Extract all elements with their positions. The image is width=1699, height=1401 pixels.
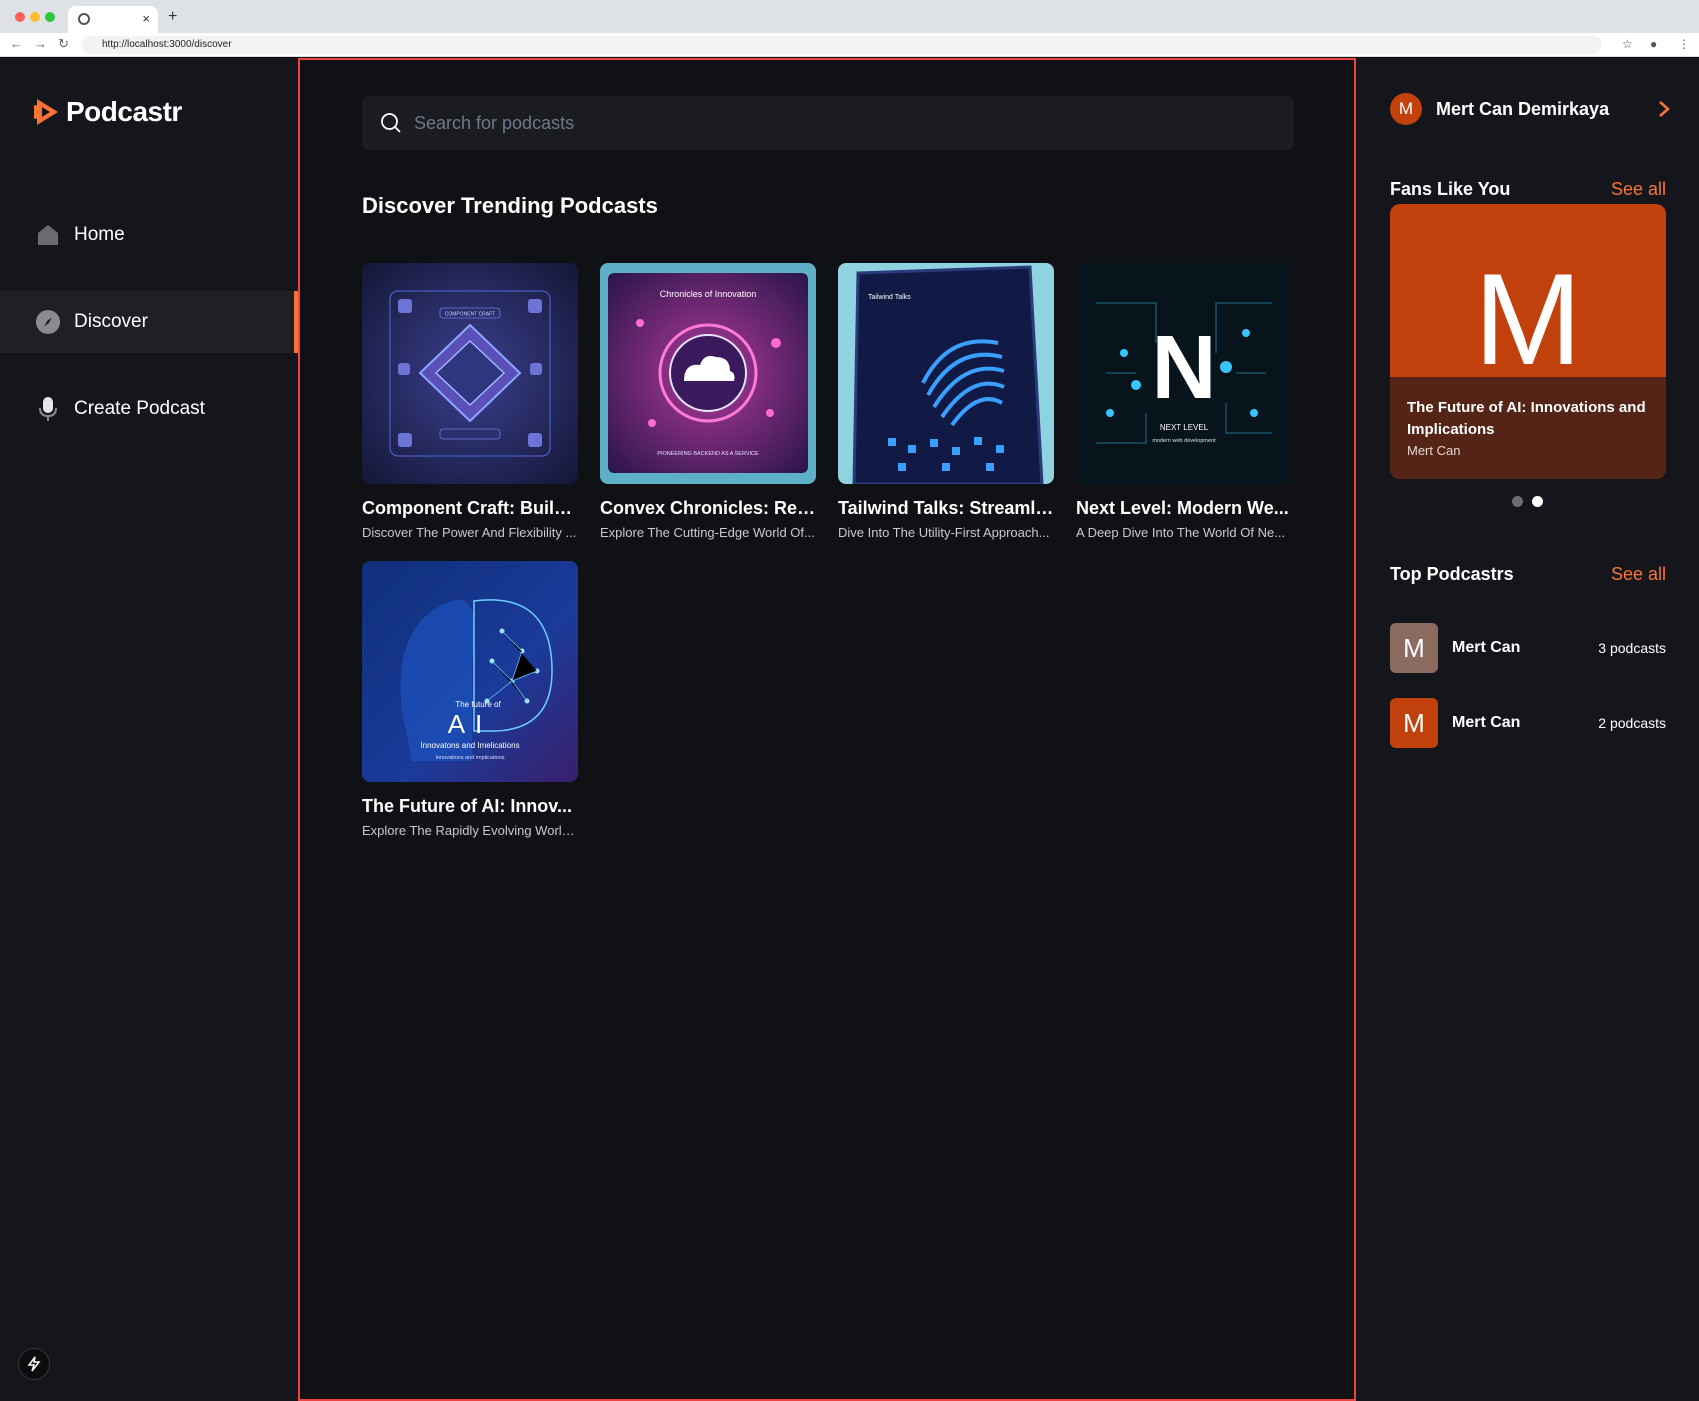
top-podcastr-item[interactable]: M Mert Can 2 podcasts — [1390, 698, 1666, 748]
user-profile-link[interactable]: M Mert Can Demirkaya — [1390, 92, 1670, 126]
svg-text:N: N — [1152, 318, 1217, 418]
logo-text: Podcastr — [66, 96, 182, 127]
section-title: Fans Like You — [1390, 179, 1511, 199]
cover-subtext-2: Innovations and implications — [435, 755, 504, 761]
sidebar-item-home[interactable]: Home — [0, 204, 298, 266]
podcast-cover-image: Chronicles of Innovation PIONEERING BACK… — [600, 263, 816, 484]
cover-subtext: Innovatons and Imelications — [420, 741, 519, 750]
podcastr-logo-icon — [34, 99, 58, 125]
podcastr-name: Mert Can — [1452, 639, 1521, 656]
podcast-card[interactable]: The future of AI Innovatons and Imelicat… — [362, 561, 578, 838]
section-title: Top Podcastrs — [1390, 564, 1514, 584]
maximize-window-button[interactable] — [45, 12, 55, 22]
menu-dots-icon[interactable]: ⋮ — [1678, 37, 1690, 51]
podcast-description: A Deep Dive Into The World Of Ne... — [1076, 525, 1286, 540]
bolt-button[interactable] — [18, 1348, 50, 1380]
tab-close-icon[interactable]: × — [142, 11, 150, 26]
avatar: M — [1390, 93, 1422, 125]
see-all-link[interactable]: See all — [1611, 179, 1666, 200]
see-all-link[interactable]: See all — [1611, 564, 1666, 585]
browser-toolbar: ← → ↻ http://localhost:3000/discover ☆ ●… — [0, 33, 1699, 57]
carousel-dot-active[interactable] — [1532, 496, 1543, 507]
bookmark-star-icon[interactable]: ☆ — [1622, 37, 1633, 51]
podcast-title: Tailwind Talks: Streamli... — [838, 498, 1054, 518]
logo[interactable]: Podcastr — [34, 96, 182, 128]
minimize-window-button[interactable] — [30, 12, 40, 22]
carousel-dots — [1512, 496, 1543, 507]
podcast-cover-image: COMPONENT CRAFT — [362, 263, 578, 484]
left-sidebar: Podcastr Home Discover Create Podcast — [0, 58, 298, 1401]
avatar: M — [1390, 698, 1438, 748]
sidebar-item-label: Home — [74, 224, 125, 245]
podcast-card[interactable]: COMPONENT CRAFT Component Craft: Build..… — [362, 263, 578, 540]
fan-card-overlay: The Future of AI: Innovations and Implic… — [1390, 377, 1666, 479]
sidebar-item-label: Discover — [74, 311, 148, 332]
podcast-cover-image: Tailwind Talks — [838, 263, 1054, 484]
sidebar-item-create-podcast[interactable]: Create Podcast — [0, 378, 298, 440]
favicon-icon — [78, 13, 90, 25]
microphone-icon — [36, 397, 60, 421]
podcast-count: 3 podcasts — [1598, 640, 1666, 656]
close-window-button[interactable] — [15, 12, 25, 22]
sidebar-item-discover[interactable]: Discover — [0, 291, 298, 353]
carousel-dot[interactable] — [1512, 496, 1523, 507]
cover-subtext: PIONEERING BACKEND AS A SERVICE — [657, 451, 759, 457]
podcast-cover-image: The future of AI Innovatons and Imelicat… — [362, 561, 578, 782]
fan-card-author: Mert Can — [1407, 443, 1461, 458]
podcast-description: Explore The Rapidly Evolving World... — [362, 823, 578, 838]
fan-carousel-card[interactable]: M The Future of AI: Innovations and Impl… — [1390, 204, 1666, 479]
cover-text: Tailwind Talks — [868, 294, 911, 301]
podcast-description: Dive Into The Utility-First Approach... — [838, 525, 1050, 540]
podcastr-name: Mert Can — [1452, 714, 1521, 731]
podcast-card[interactable]: Chronicles of Innovation PIONEERING BACK… — [600, 263, 816, 540]
podcast-count: 2 podcasts — [1598, 715, 1666, 731]
fan-card-letter: M — [1473, 246, 1583, 392]
cover-big-text: AI — [448, 709, 493, 739]
page-title: Discover Trending Podcasts — [362, 193, 658, 218]
browser-tab[interactable]: × — [68, 6, 158, 33]
cover-text: Chronicles of Innovation — [660, 289, 757, 299]
sidebar-item-label: Create Podcast — [74, 398, 205, 419]
new-tab-button[interactable]: + — [168, 8, 177, 26]
podcast-card[interactable]: N NEXT LEVEL modern web development Next… — [1076, 263, 1292, 540]
reload-icon[interactable]: ↻ — [58, 36, 69, 52]
cover-text: The future of — [455, 700, 501, 709]
home-icon — [36, 223, 60, 247]
browser-tab-bar: × + — [0, 0, 1699, 33]
lightning-icon — [27, 1356, 41, 1372]
profile-icon[interactable]: ● — [1650, 37, 1657, 51]
cover-text: COMPONENT CRAFT — [445, 312, 495, 318]
top-podcastr-item[interactable]: M Mert Can 3 podcasts — [1390, 623, 1666, 673]
avatar: M — [1390, 623, 1438, 673]
podcast-title: Next Level: Modern We... — [1076, 498, 1289, 518]
address-bar[interactable]: http://localhost:3000/discover — [82, 36, 1602, 54]
podcast-cover-image: N NEXT LEVEL modern web development — [1076, 263, 1292, 484]
main-content: Discover Trending Podcasts COMPONENT CRA… — [298, 58, 1356, 1401]
podcast-description: Explore The Cutting-Edge World Of... — [600, 525, 815, 540]
chevron-right-icon[interactable] — [1658, 100, 1670, 118]
top-podcastrs-header: Top Podcastrs See all — [1390, 564, 1666, 585]
podcast-title: The Future of AI: Innov... — [362, 796, 572, 816]
podcast-title: Convex Chronicles: Rev... — [600, 498, 816, 518]
right-sidebar: M Mert Can Demirkaya Fans Like You See a… — [1356, 58, 1699, 1401]
cover-subtext: modern web development — [1152, 438, 1216, 444]
search-bar[interactable] — [362, 96, 1294, 150]
user-name: Mert Can Demirkaya — [1436, 98, 1610, 119]
cover-text: NEXT LEVEL — [1160, 423, 1209, 432]
podcast-title: Component Craft: Build... — [362, 498, 578, 518]
search-input[interactable] — [414, 112, 1274, 134]
search-icon — [381, 113, 401, 133]
back-icon[interactable]: ← — [10, 36, 23, 51]
fan-card-title: The Future of AI: Innovations and Implic… — [1407, 399, 1646, 438]
forward-icon[interactable]: → — [34, 36, 47, 51]
fans-like-you-header: Fans Like You See all — [1390, 179, 1666, 200]
podcast-description: Discover The Power And Flexibility ... — [362, 525, 577, 540]
podcast-card[interactable]: Tailwind Talks Tailwind Talks: Streamli.… — [838, 263, 1054, 540]
compass-icon — [36, 310, 60, 334]
